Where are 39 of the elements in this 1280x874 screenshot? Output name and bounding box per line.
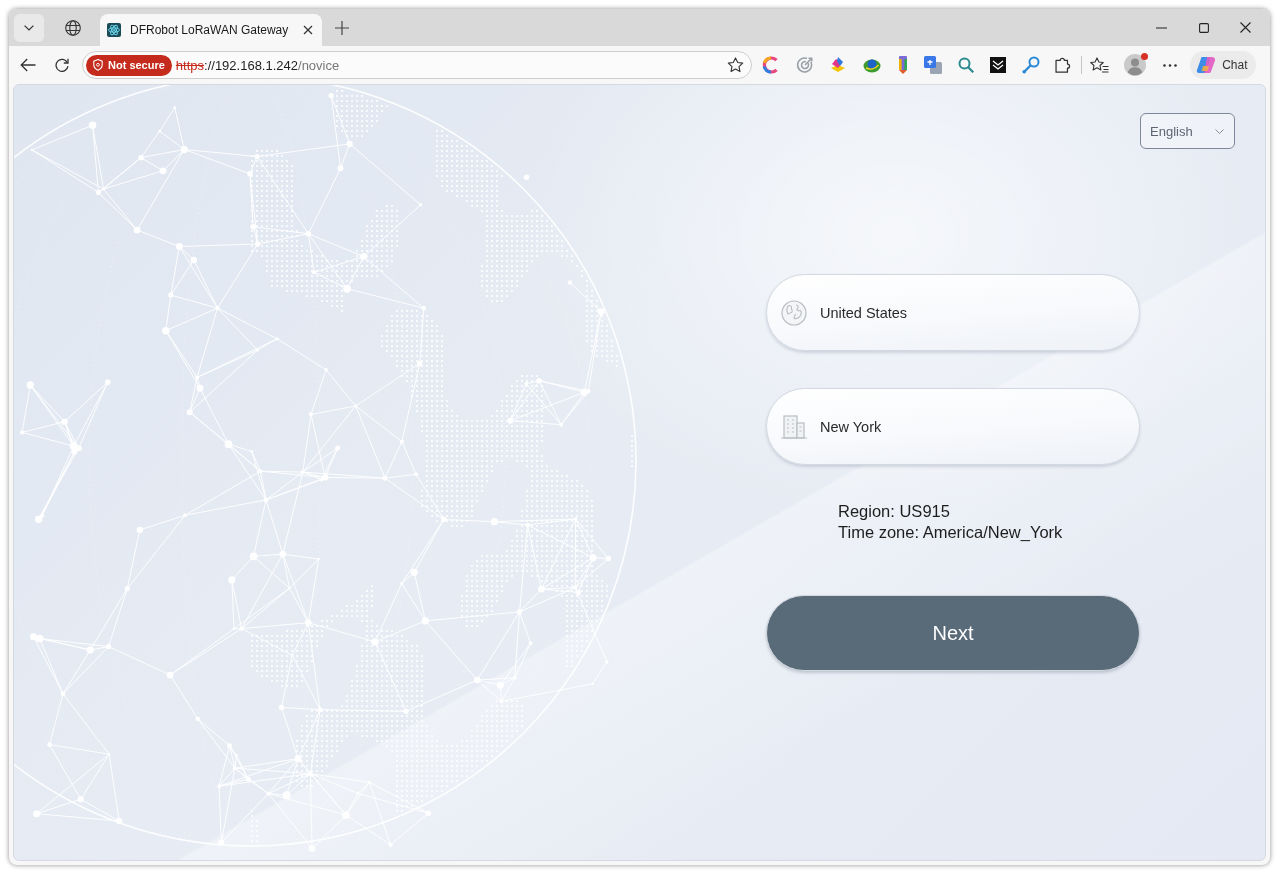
security-label: Not secure <box>108 59 165 71</box>
next-button[interactable]: Next <box>766 595 1140 671</box>
city-field[interactable]: New York <box>766 388 1140 465</box>
close-tab-icon[interactable] <box>303 25 313 35</box>
minimize-icon[interactable] <box>1156 26 1167 29</box>
chat-button[interactable]: Chat <box>1190 51 1256 79</box>
puzzle-icon[interactable] <box>1055 57 1072 73</box>
address-bar[interactable]: Not secure https://192.168.1.242/novice <box>82 51 752 79</box>
back-arrow-icon[interactable] <box>20 58 36 72</box>
tab-title: DFRobot LoRaWAN Gateway <box>130 23 289 37</box>
pencil-icon[interactable] <box>896 56 909 74</box>
country-field[interactable]: United States <box>766 274 1140 351</box>
info-text: Region: US915 <box>838 501 951 522</box>
colorful-logo-icon <box>1196 56 1217 74</box>
more-icon[interactable] <box>1163 63 1178 67</box>
close-icon[interactable] <box>1240 22 1251 33</box>
magnifier-icon[interactable] <box>958 57 975 73</box>
favorites-icon[interactable] <box>1090 57 1110 73</box>
profile-avatar-icon[interactable] <box>1124 54 1147 76</box>
browser-tab[interactable]: DFRobot LoRaWAN Gateway <box>100 14 322 46</box>
new-tab-icon[interactable] <box>335 20 349 35</box>
info-text: Time zone: America/New_York <box>838 522 1064 543</box>
language-select[interactable]: English <box>1140 113 1235 149</box>
favorite-star-icon[interactable] <box>727 57 744 73</box>
reload-icon[interactable] <box>55 58 69 72</box>
atom-icon <box>107 23 121 37</box>
maximize-icon[interactable] <box>1199 22 1209 33</box>
globe-icon[interactable] <box>65 19 81 36</box>
shield-icon <box>93 59 103 71</box>
not-secure-badge[interactable]: Not secure <box>86 54 172 76</box>
url-text: https://192.168.1.242/novice <box>175 57 340 73</box>
dark-tile-icon[interactable] <box>989 57 1006 73</box>
overlapping-tiles-icon[interactable] <box>924 56 943 74</box>
key-icon[interactable] <box>1021 56 1040 74</box>
globe-icon <box>781 299 807 326</box>
color-arc-icon[interactable] <box>762 56 780 74</box>
chevron-down-icon <box>24 24 34 31</box>
chevron-down-icon <box>1215 128 1224 134</box>
building-icon <box>781 414 807 439</box>
